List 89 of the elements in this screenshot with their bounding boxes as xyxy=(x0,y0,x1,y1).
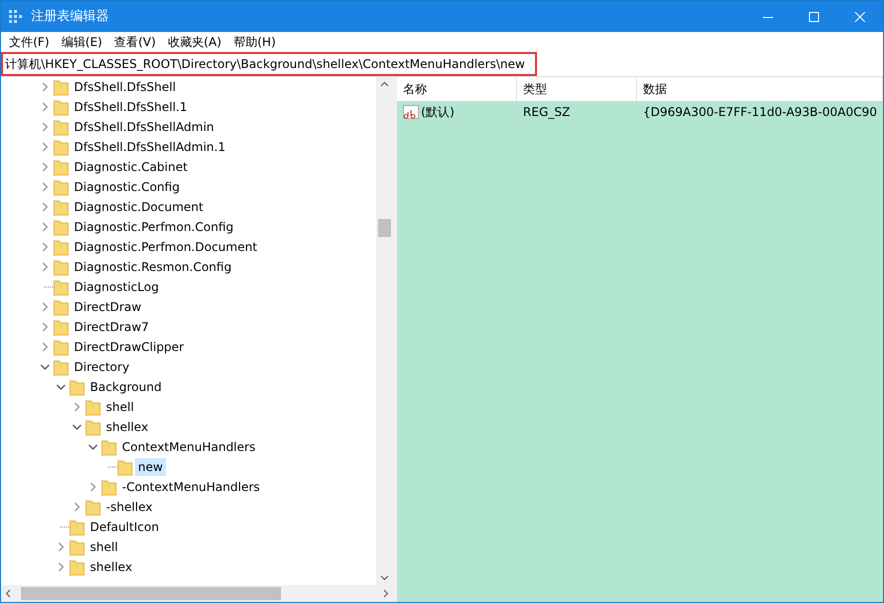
chevron-right-icon[interactable] xyxy=(72,502,82,512)
chevron-right-icon[interactable] xyxy=(40,102,50,112)
tree-item[interactable]: DirectDraw xyxy=(71,298,144,316)
folder-icon xyxy=(85,398,101,416)
folder-icon xyxy=(101,438,117,456)
folder-icon xyxy=(53,238,69,256)
chevron-right-icon[interactable] xyxy=(40,322,50,332)
chevron-down-icon[interactable] xyxy=(40,362,50,372)
tree-item[interactable]: DfsShell.DfsShellAdmin xyxy=(71,118,218,136)
close-icon xyxy=(855,12,865,22)
folder-icon xyxy=(53,78,69,96)
tree-item[interactable]: Background xyxy=(87,378,165,396)
menu-item[interactable]: 文件(F) xyxy=(3,33,56,51)
folder-icon xyxy=(117,458,133,476)
tree-item[interactable]: shellex xyxy=(87,558,136,576)
address-bar[interactable]: 计算机\HKEY_CLASSES_ROOT\Directory\Background\shellex\ContextMenuHandlers\new xyxy=(1,52,537,76)
folder-icon xyxy=(69,378,85,396)
menu-item[interactable]: 查看(V) xyxy=(108,33,162,51)
folder-icon xyxy=(53,138,69,156)
tree-item[interactable]: shellex xyxy=(103,418,152,436)
chevron-right-icon[interactable] xyxy=(40,342,50,352)
tree-item[interactable]: Diagnostic.Cabinet xyxy=(71,158,191,176)
tree-item[interactable]: Diagnostic.Resmon.Config xyxy=(71,258,235,276)
tree-item[interactable]: new xyxy=(135,458,166,476)
folder-icon xyxy=(69,538,85,556)
folder-icon xyxy=(53,258,69,276)
window-title: 注册表编辑器 xyxy=(31,8,109,26)
chevron-down-icon[interactable] xyxy=(88,442,98,452)
tree-item[interactable]: DirectDrawClipper xyxy=(71,338,187,356)
chevron-right-icon[interactable] xyxy=(40,262,50,272)
tree-item[interactable]: DfsShell.DfsShell.1 xyxy=(71,98,190,116)
folder-icon xyxy=(53,118,69,136)
folder-icon xyxy=(53,158,69,176)
tree-item[interactable]: -ContextMenuHandlers xyxy=(119,478,263,496)
tree-item[interactable]: shell xyxy=(87,538,121,556)
folder-icon xyxy=(53,318,69,336)
chevron-right-icon[interactable] xyxy=(40,202,50,212)
chevron-right-icon[interactable] xyxy=(40,222,50,232)
tree-item[interactable]: DefaultIcon xyxy=(87,518,162,536)
folder-icon xyxy=(53,198,69,216)
scrollbar-thumb[interactable] xyxy=(378,219,392,237)
scrollbar-thumb[interactable] xyxy=(21,587,281,600)
value-name: (默认) xyxy=(421,104,454,121)
menu-item[interactable]: 编辑(E) xyxy=(55,33,108,51)
folder-icon xyxy=(101,478,117,496)
tree-item[interactable]: Diagnostic.Perfmon.Document xyxy=(71,238,260,256)
tree-item[interactable]: DfsShell.DfsShell xyxy=(71,78,179,96)
chevron-right-icon[interactable] xyxy=(56,542,66,552)
tree-item[interactable]: DiagnosticLog xyxy=(71,278,162,296)
horizontal-scrollbar[interactable] xyxy=(1,585,394,602)
tree-item[interactable]: DirectDraw7 xyxy=(71,318,152,336)
maximize-icon xyxy=(809,12,819,22)
chevron-right-icon[interactable] xyxy=(40,242,50,252)
folder-icon xyxy=(53,218,69,236)
chevron-right-icon[interactable] xyxy=(40,142,50,152)
folder-icon xyxy=(69,518,85,536)
folder-icon xyxy=(53,178,69,196)
tree-item[interactable]: shell xyxy=(103,398,137,416)
folder-icon xyxy=(53,298,69,316)
folder-icon xyxy=(69,558,85,576)
folder-icon xyxy=(85,498,101,516)
string-value-icon xyxy=(403,105,420,119)
tree-item[interactable]: Diagnostic.Config xyxy=(71,178,183,196)
chevron-down-icon[interactable] xyxy=(56,382,66,392)
folder-icon xyxy=(53,98,69,116)
tree-item[interactable]: -shellex xyxy=(103,498,156,516)
chevron-right-icon[interactable] xyxy=(88,482,98,492)
chevron-right-icon[interactable] xyxy=(56,562,66,572)
menu-item[interactable]: 帮助(H) xyxy=(227,33,282,51)
chevron-right-icon[interactable] xyxy=(72,402,82,412)
chevron-right-icon[interactable] xyxy=(40,162,50,172)
tree-item[interactable]: ContextMenuHandlers xyxy=(119,438,258,456)
folder-icon xyxy=(85,418,101,436)
chevron-right-icon[interactable] xyxy=(40,182,50,192)
chevron-right-icon[interactable] xyxy=(40,82,50,92)
folder-icon xyxy=(53,278,69,296)
tree-item[interactable]: Diagnostic.Perfmon.Config xyxy=(71,218,236,236)
tree-item[interactable]: Directory xyxy=(71,358,132,376)
menu-item[interactable]: 收藏夹(A) xyxy=(162,33,228,51)
chevron-right-icon[interactable] xyxy=(40,122,50,132)
folder-icon xyxy=(53,358,69,376)
chevron-down-icon[interactable] xyxy=(72,422,82,432)
value-data: {D969A300-E7FF-11d0-A93B-00A0C90 xyxy=(642,104,878,121)
value-type: REG_SZ xyxy=(522,104,572,121)
tree-item[interactable]: Diagnostic.Document xyxy=(71,198,206,216)
chevron-right-icon[interactable] xyxy=(40,302,50,312)
app-icon xyxy=(9,10,23,24)
folder-icon xyxy=(53,338,69,356)
tree-item[interactable]: DfsShell.DfsShellAdmin.1 xyxy=(71,138,228,156)
